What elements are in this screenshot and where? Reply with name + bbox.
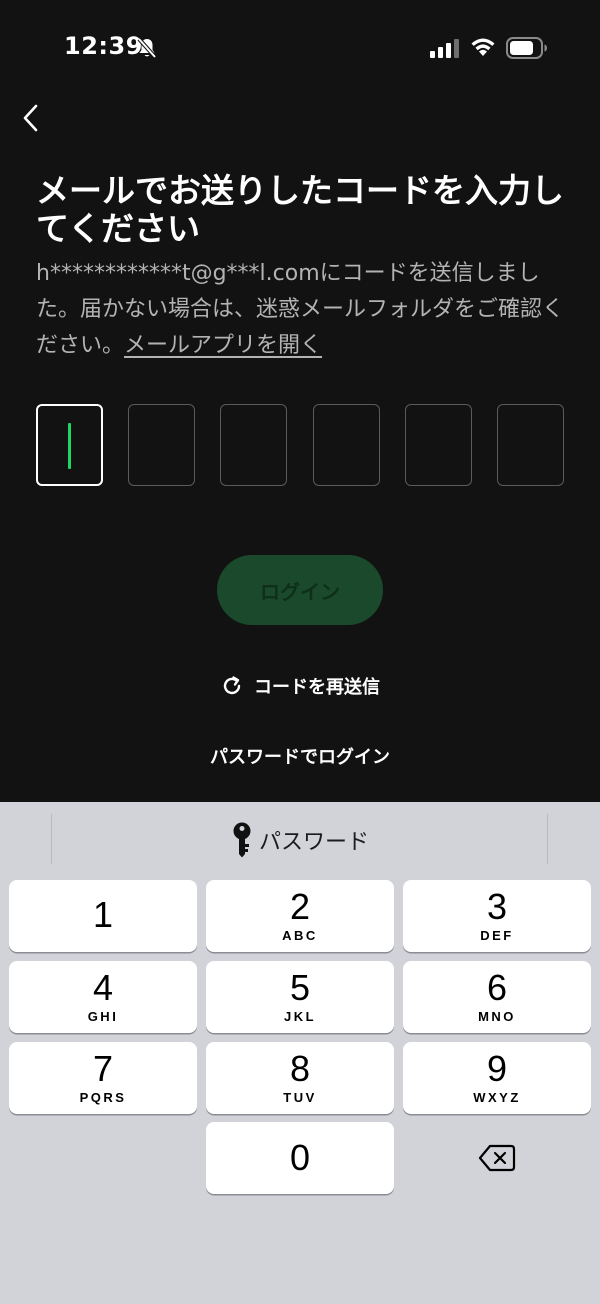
key-number: 5 [289, 967, 311, 1008]
key-0[interactable]: 0 [206, 1122, 394, 1194]
text-cursor [68, 423, 71, 469]
code-digit-2[interactable] [128, 404, 196, 486]
battery-icon [506, 37, 547, 59]
key-number: 0 [289, 1137, 311, 1178]
keyboard-suggestion-bar: パスワード [0, 802, 600, 874]
password-login-link[interactable]: パスワードでログイン [0, 740, 600, 772]
key-number: 9 [486, 1048, 508, 1089]
key-letters: TUV [283, 1090, 317, 1105]
password-suggestion-label: パスワード [258, 830, 369, 855]
key-number: 2 [289, 886, 311, 927]
key-number: 7 [92, 1048, 114, 1089]
open-mail-app-link[interactable]: メールアプリを開く [124, 333, 322, 358]
key-letters: DEF [480, 928, 514, 943]
key-icon [233, 822, 251, 858]
key-7[interactable]: 7 PQRS [9, 1042, 197, 1114]
key-number: 1 [92, 894, 114, 935]
key-letters: WXYZ [473, 1090, 521, 1105]
key-letters: JKL [283, 1009, 317, 1024]
code-digit-4[interactable] [312, 404, 380, 486]
resend-code-label: コードを再送信 [254, 677, 380, 698]
delete-key[interactable] [403, 1122, 591, 1194]
resend-code-button[interactable]: コードを再送信 [0, 670, 600, 702]
login-button[interactable]: ログイン [217, 555, 383, 625]
backspace-icon [478, 1144, 516, 1172]
status-bar: 12:39 [0, 0, 600, 96]
password-suggestion[interactable]: パスワード [0, 802, 600, 878]
status-time: 12:39 [64, 32, 143, 60]
key-1[interactable]: 1 [9, 880, 197, 952]
code-digit-6[interactable] [496, 404, 564, 486]
signal-icon [430, 39, 459, 58]
key-number: 6 [486, 967, 508, 1008]
bell-muted-icon [137, 37, 157, 59]
wifi-icon [471, 38, 495, 56]
chevron-left-icon [23, 104, 38, 132]
code-digit-3[interactable] [220, 404, 288, 486]
key-number: 4 [92, 967, 114, 1008]
refresh-icon [223, 676, 241, 695]
key-3[interactable]: 3 DEF [403, 880, 591, 952]
numeric-keyboard: パスワード 1 2 ABC 3 DEF 4 GHI 5 JKL 6 MNO 7 … [0, 802, 600, 1304]
description: h************t@g***l.comにコードを送信しました。届かない… [36, 256, 576, 364]
key-letters: GHI [87, 1009, 119, 1024]
key-2[interactable]: 2 ABC [206, 880, 394, 952]
back-button[interactable] [14, 100, 46, 136]
key-letters: MNO [478, 1009, 516, 1024]
key-number: 8 [289, 1048, 311, 1089]
key-letters: ABC [282, 928, 318, 943]
key-9[interactable]: 9 WXYZ [403, 1042, 591, 1114]
key-5[interactable]: 5 JKL [206, 961, 394, 1033]
page-title: メールでお送りしたコードを入力してください [36, 171, 564, 248]
code-digit-1[interactable] [36, 404, 103, 486]
code-digit-5[interactable] [404, 404, 472, 486]
key-8[interactable]: 8 TUV [206, 1042, 394, 1114]
code-input-group [36, 404, 564, 486]
key-4[interactable]: 4 GHI [9, 961, 197, 1033]
key-number: 3 [486, 886, 508, 927]
key-letters: PQRS [79, 1090, 127, 1105]
key-6[interactable]: 6 MNO [403, 961, 591, 1033]
